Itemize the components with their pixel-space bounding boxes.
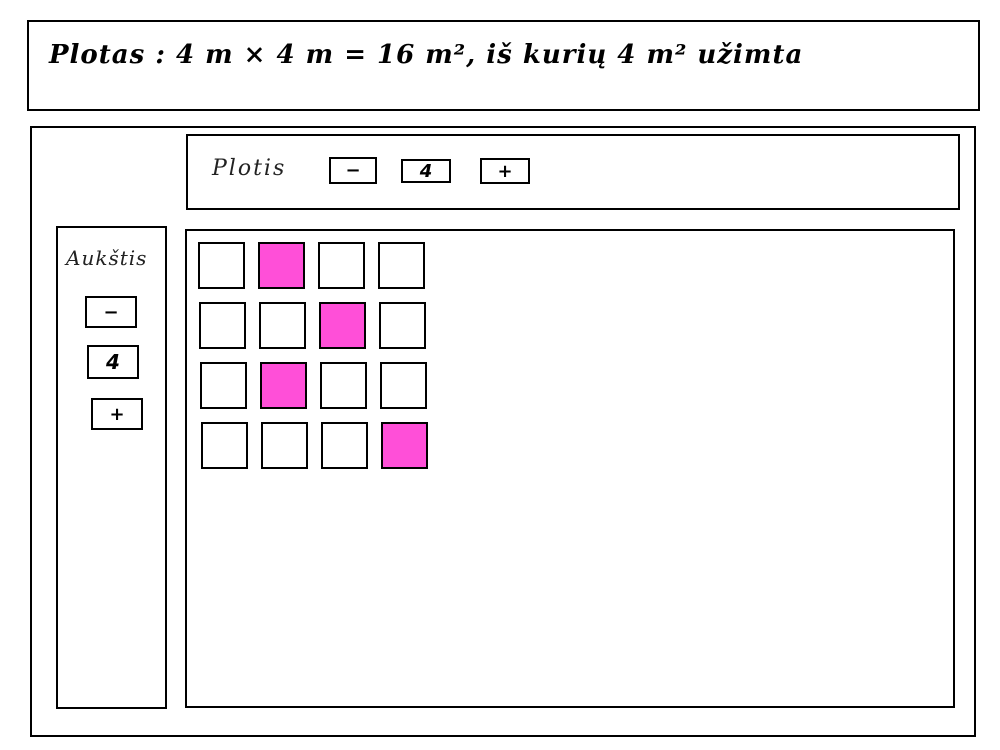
grid-cell[interactable]	[259, 302, 306, 349]
grid-cell[interactable]	[200, 362, 247, 409]
grid-cell[interactable]	[201, 422, 248, 469]
area-summary-text: Plotas : 4 m × 4 m = 16 m², iš kurių 4 m…	[49, 40, 804, 70]
floor-grid-area	[185, 229, 955, 708]
grid-cell[interactable]	[261, 422, 308, 469]
grid-cell-occupied[interactable]	[319, 302, 366, 349]
grid-cell-occupied[interactable]	[260, 362, 307, 409]
grid-cell[interactable]	[379, 302, 426, 349]
grid-cell[interactable]	[321, 422, 368, 469]
height-label: Aukštis	[66, 246, 148, 270]
width-increase-button[interactable]: +	[480, 158, 530, 184]
width-value-field[interactable]: 4	[401, 159, 451, 183]
height-decrease-button[interactable]: −	[85, 296, 137, 328]
height-increase-button[interactable]: +	[91, 398, 143, 430]
grid-cell-occupied[interactable]	[381, 422, 428, 469]
grid-cell[interactable]	[378, 242, 425, 289]
area-summary-box: Plotas : 4 m × 4 m = 16 m², iš kurių 4 m…	[27, 20, 980, 111]
grid-cell[interactable]	[199, 302, 246, 349]
width-control-bar: Plotis − 4 +	[186, 134, 960, 210]
width-decrease-button[interactable]: −	[329, 157, 377, 184]
width-label: Plotis	[212, 156, 287, 181]
height-value-field[interactable]: 4	[87, 345, 139, 379]
grid-cell[interactable]	[318, 242, 365, 289]
grid-cell[interactable]	[198, 242, 245, 289]
height-control-panel: Aukštis − 4 +	[56, 226, 167, 709]
grid-cell[interactable]	[320, 362, 367, 409]
grid-cell-occupied[interactable]	[258, 242, 305, 289]
grid-cell[interactable]	[380, 362, 427, 409]
